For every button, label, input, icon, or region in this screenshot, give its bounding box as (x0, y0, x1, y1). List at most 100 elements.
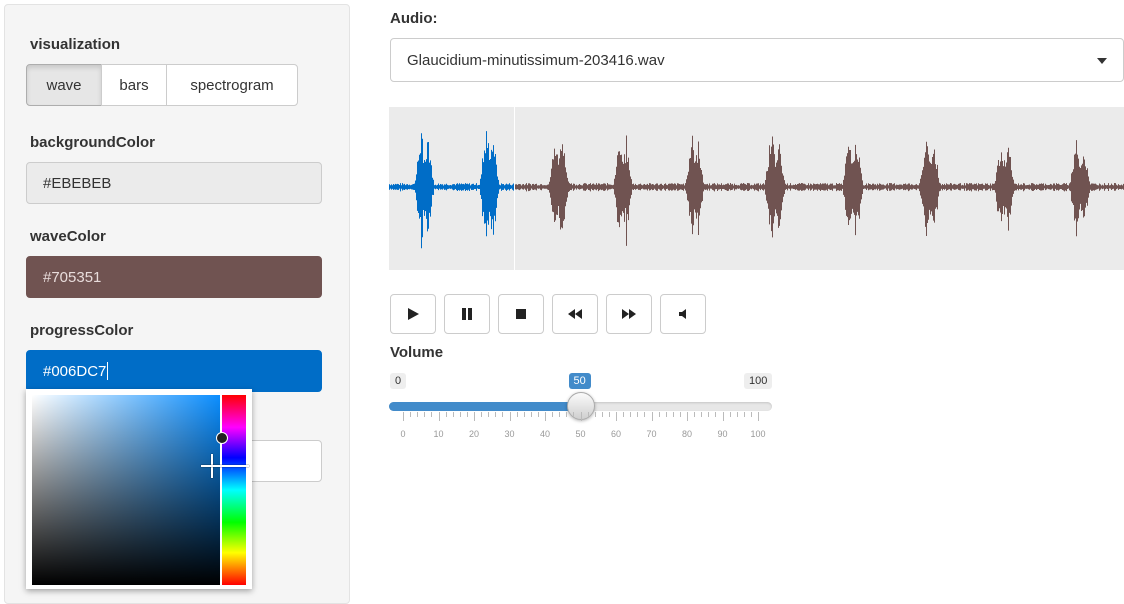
volume-tick (516, 412, 518, 417)
volume-tick (587, 412, 589, 417)
forward-icon (622, 309, 636, 319)
volume-value-label: 50 (568, 373, 591, 389)
background-color-label: backgroundColor (30, 134, 156, 151)
rewind-button[interactable] (552, 294, 598, 334)
volume-tick (701, 412, 703, 417)
volume-tick (466, 412, 468, 417)
volume-tick (545, 412, 546, 421)
wave-color-input[interactable]: #705351 (26, 256, 322, 298)
volume-max-label: 100 (744, 373, 773, 389)
volume-tick (736, 412, 738, 417)
volume-tick (502, 412, 504, 417)
progress-color-input[interactable]: #006DC7 (26, 350, 322, 392)
hue-slider[interactable] (222, 395, 246, 585)
volume-tick (523, 412, 525, 417)
volume-tick-label: 0 (400, 429, 406, 439)
mute-button[interactable] (660, 294, 706, 334)
background-color-input[interactable]: #EBEBEB (26, 162, 322, 204)
volume-tick (488, 412, 490, 417)
volume-tick (580, 412, 582, 421)
volume-tick-label: 50 (575, 429, 586, 439)
wave-color-label: waveColor (30, 228, 106, 245)
volume-tick (552, 412, 554, 417)
volume-tick (637, 412, 639, 417)
volume-tick (417, 412, 419, 417)
volume-tick-label: 80 (681, 429, 693, 439)
wave-color-value: #705351 (43, 268, 102, 286)
volume-tick (424, 412, 426, 417)
volume-tick (573, 412, 575, 417)
volume-tick-label: 20 (468, 429, 480, 439)
volume-tick (537, 412, 539, 417)
volume-tick (601, 412, 603, 417)
hue-marker[interactable] (216, 432, 228, 444)
play-icon (408, 308, 419, 320)
cursor-color-input[interactable] (246, 440, 322, 482)
volume-tick (672, 412, 674, 417)
pause-icon (462, 308, 472, 320)
waveform-svg (389, 107, 1124, 270)
volume-tick (729, 412, 731, 417)
visualization-toggle: wave bars spectrogram (26, 64, 298, 106)
volume-tick-label: 100 (750, 429, 766, 439)
volume-tick (665, 412, 667, 417)
visualization-option-bars[interactable]: bars (101, 64, 167, 106)
visualization-label: visualization (30, 36, 121, 53)
pause-button[interactable] (444, 294, 490, 334)
saturation-area[interactable] (32, 395, 220, 585)
volume-tick-label: 40 (539, 429, 551, 439)
progress-color-value: #006DC7 (43, 362, 107, 380)
volume-tick-label: 10 (433, 429, 444, 439)
picker-crosshair-bar (201, 465, 249, 467)
volume-tick (474, 412, 475, 421)
volume-tick (431, 412, 433, 417)
visualization-option-spectrogram[interactable]: spectrogram (166, 64, 298, 106)
volume-tick (530, 412, 532, 417)
volume-tick (651, 412, 653, 421)
volume-tick (403, 412, 404, 421)
audio-select-value: Glaucidium-minutissimum-203416.wav (407, 51, 665, 69)
color-picker-popup (26, 389, 252, 589)
volume-tick (566, 412, 568, 417)
stop-button[interactable] (498, 294, 544, 334)
volume-tick (410, 412, 412, 417)
volume-tick (750, 412, 752, 417)
volume-tick (623, 412, 625, 417)
volume-min-label: 0 (390, 373, 407, 389)
stop-icon (516, 309, 526, 319)
forward-button[interactable] (606, 294, 652, 334)
volume-tick-label: 30 (504, 429, 515, 439)
volume-tick (694, 412, 696, 417)
volume-tick (715, 412, 717, 417)
volume-tick (452, 412, 454, 417)
volume-tick (481, 412, 483, 417)
volume-tick (608, 412, 610, 417)
volume-slider-ticks: 0 10 20 30 40 50 60 70 80 90 100 (389, 412, 772, 442)
volume-icon (679, 309, 686, 319)
volume-tick (559, 412, 561, 417)
play-button[interactable] (390, 294, 436, 334)
audio-label: Audio: (390, 10, 438, 27)
volume-tick (509, 412, 511, 421)
volume-tick (594, 412, 596, 417)
rewind-icon (568, 309, 582, 319)
volume-tick (445, 412, 447, 417)
volume-slider-fill (389, 402, 581, 411)
volume-tick (687, 412, 688, 421)
volume-tick (459, 412, 461, 417)
visualization-option-wave[interactable]: wave (26, 64, 102, 106)
volume-tick-label: 70 (646, 429, 657, 439)
waveform[interactable] (389, 107, 1124, 270)
volume-tick (644, 412, 646, 417)
audio-select[interactable]: Glaucidium-minutissimum-203416.wav (390, 38, 1124, 82)
volume-tick (495, 412, 497, 417)
chevron-down-icon (1097, 58, 1107, 64)
volume-label: Volume (390, 344, 444, 361)
volume-tick (658, 412, 660, 417)
volume-tick (708, 412, 710, 417)
volume-tick (722, 412, 724, 421)
volume-tick (679, 412, 681, 417)
progress-color-label: progressColor (30, 322, 134, 339)
volume-tick (630, 412, 632, 417)
text-caret (107, 362, 109, 380)
